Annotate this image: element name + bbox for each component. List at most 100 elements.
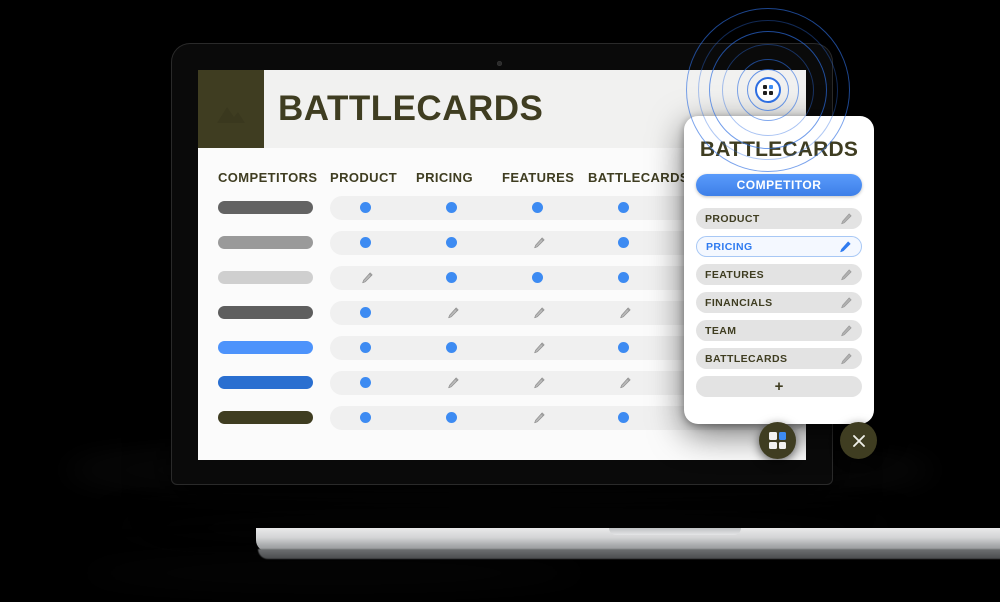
pencil-icon (448, 376, 459, 388)
beacon-cell-2 (769, 85, 773, 89)
column-header-competitors: COMPETITORS (218, 169, 318, 185)
pencil-icon (841, 296, 852, 308)
desk-smudge-shadow (74, 556, 594, 590)
screenshot-stage: BATTLECARDS COMPETITORS PRODUCT PRICING … (0, 0, 1000, 602)
table-cell[interactable] (360, 237, 446, 248)
close-button[interactable] (840, 422, 877, 459)
edit-section-button[interactable] (839, 296, 853, 310)
panel-section-label: PRICING (706, 240, 753, 253)
status-dot-icon (532, 202, 543, 213)
edit-section-button[interactable] (839, 352, 853, 366)
edit-section-button[interactable] (839, 268, 853, 282)
beacon-cell-1 (763, 85, 767, 89)
status-dot-icon (618, 272, 629, 283)
panel-section-label: FEATURES (705, 268, 765, 281)
pencil-icon (841, 324, 852, 336)
panel-section-battlecards[interactable]: BATTLECARDS (696, 348, 862, 369)
status-dot-icon (618, 342, 629, 353)
pencil-icon (362, 271, 373, 283)
column-header-battlecards: BATTLECARDS (588, 169, 689, 185)
panel-section-financials[interactable]: FINANCIALS (696, 292, 862, 313)
close-icon (852, 434, 865, 447)
panel-section-label: FINANCIALS (705, 296, 773, 309)
grid-view-button[interactable] (759, 422, 796, 459)
column-header-pricing: PRICING (416, 169, 473, 185)
status-dot-icon (360, 377, 371, 388)
table-cell[interactable] (360, 342, 446, 353)
table-cell[interactable] (446, 237, 532, 248)
table-cell[interactable] (360, 202, 446, 213)
table-cell[interactable] (532, 306, 618, 320)
competitor-bar[interactable] (218, 236, 313, 249)
table-cell[interactable] (360, 271, 446, 285)
pencil-icon (534, 306, 545, 318)
grid-cell-2 (778, 432, 786, 440)
competitor-bar[interactable] (218, 376, 313, 389)
pencil-icon (534, 236, 545, 248)
table-cell[interactable] (532, 411, 618, 425)
table-cell[interactable] (360, 377, 446, 388)
status-dot-icon (360, 342, 371, 353)
pencil-icon (534, 376, 545, 388)
status-dot-icon (360, 307, 371, 318)
competitor-button[interactable]: COMPETITOR (696, 174, 862, 196)
grid-beacon-icon[interactable] (755, 77, 781, 103)
table-cell[interactable] (532, 202, 618, 213)
table-cell[interactable] (446, 272, 532, 283)
table-cell[interactable] (446, 342, 532, 353)
beacon-cell-3 (763, 91, 767, 95)
status-dot-icon (446, 272, 457, 283)
table-cell[interactable] (532, 236, 618, 250)
panel-section-pricing[interactable]: PRICING (696, 236, 862, 257)
panel-section-list: PRODUCT PRICING FEATURES FINANCIALS TEAM BATT… (696, 208, 862, 369)
column-header-product: PRODUCT (330, 169, 398, 185)
table-cell[interactable] (360, 307, 446, 318)
status-dot-icon (618, 237, 629, 248)
status-dot-icon (618, 412, 629, 423)
grid-cell-4 (778, 441, 786, 449)
table-cell[interactable] (532, 376, 618, 390)
table-cell[interactable] (446, 376, 532, 390)
panel-section-team[interactable]: TEAM (696, 320, 862, 341)
competitor-bar[interactable] (218, 306, 313, 319)
grid-cell-1 (769, 432, 777, 440)
status-dot-icon (446, 412, 457, 423)
grid-cell-3 (769, 441, 777, 449)
edit-section-button[interactable] (839, 212, 853, 226)
status-dot-icon (532, 272, 543, 283)
pencil-icon (534, 411, 545, 423)
panel-section-label: BATTLECARDS (705, 352, 788, 365)
competitor-bar[interactable] (218, 341, 313, 354)
table-cell[interactable] (532, 341, 618, 355)
add-section-button[interactable]: + (696, 376, 862, 397)
pencil-icon (841, 268, 852, 280)
panel-section-features[interactable]: FEATURES (696, 264, 862, 285)
status-dot-icon (446, 237, 457, 248)
pencil-icon (841, 352, 852, 364)
column-header-features: FEATURES (502, 169, 575, 185)
status-dot-icon (360, 237, 371, 248)
status-dot-icon (446, 202, 457, 213)
pencil-icon (620, 376, 631, 388)
pencil-icon (620, 306, 631, 318)
table-cell[interactable] (446, 412, 532, 423)
edit-section-button[interactable] (839, 324, 853, 338)
status-dot-icon (618, 202, 629, 213)
table-cell[interactable] (446, 306, 532, 320)
competitor-bar[interactable] (218, 201, 313, 214)
competitor-bar[interactable] (218, 411, 313, 424)
pencil-icon (841, 212, 852, 224)
competitor-bar[interactable] (218, 271, 313, 284)
table-cell[interactable] (360, 412, 446, 423)
mountain-logo-icon (217, 106, 245, 123)
pencil-icon (534, 341, 545, 353)
grid-icon (769, 432, 786, 449)
webcam-icon (497, 61, 502, 66)
beacon-cell-4 (769, 91, 773, 95)
table-cell[interactable] (446, 202, 532, 213)
app-logo[interactable] (198, 70, 264, 148)
panel-section-product[interactable]: PRODUCT (696, 208, 862, 229)
edit-section-button[interactable] (838, 240, 852, 254)
pencil-icon (840, 240, 851, 252)
table-cell[interactable] (532, 272, 618, 283)
